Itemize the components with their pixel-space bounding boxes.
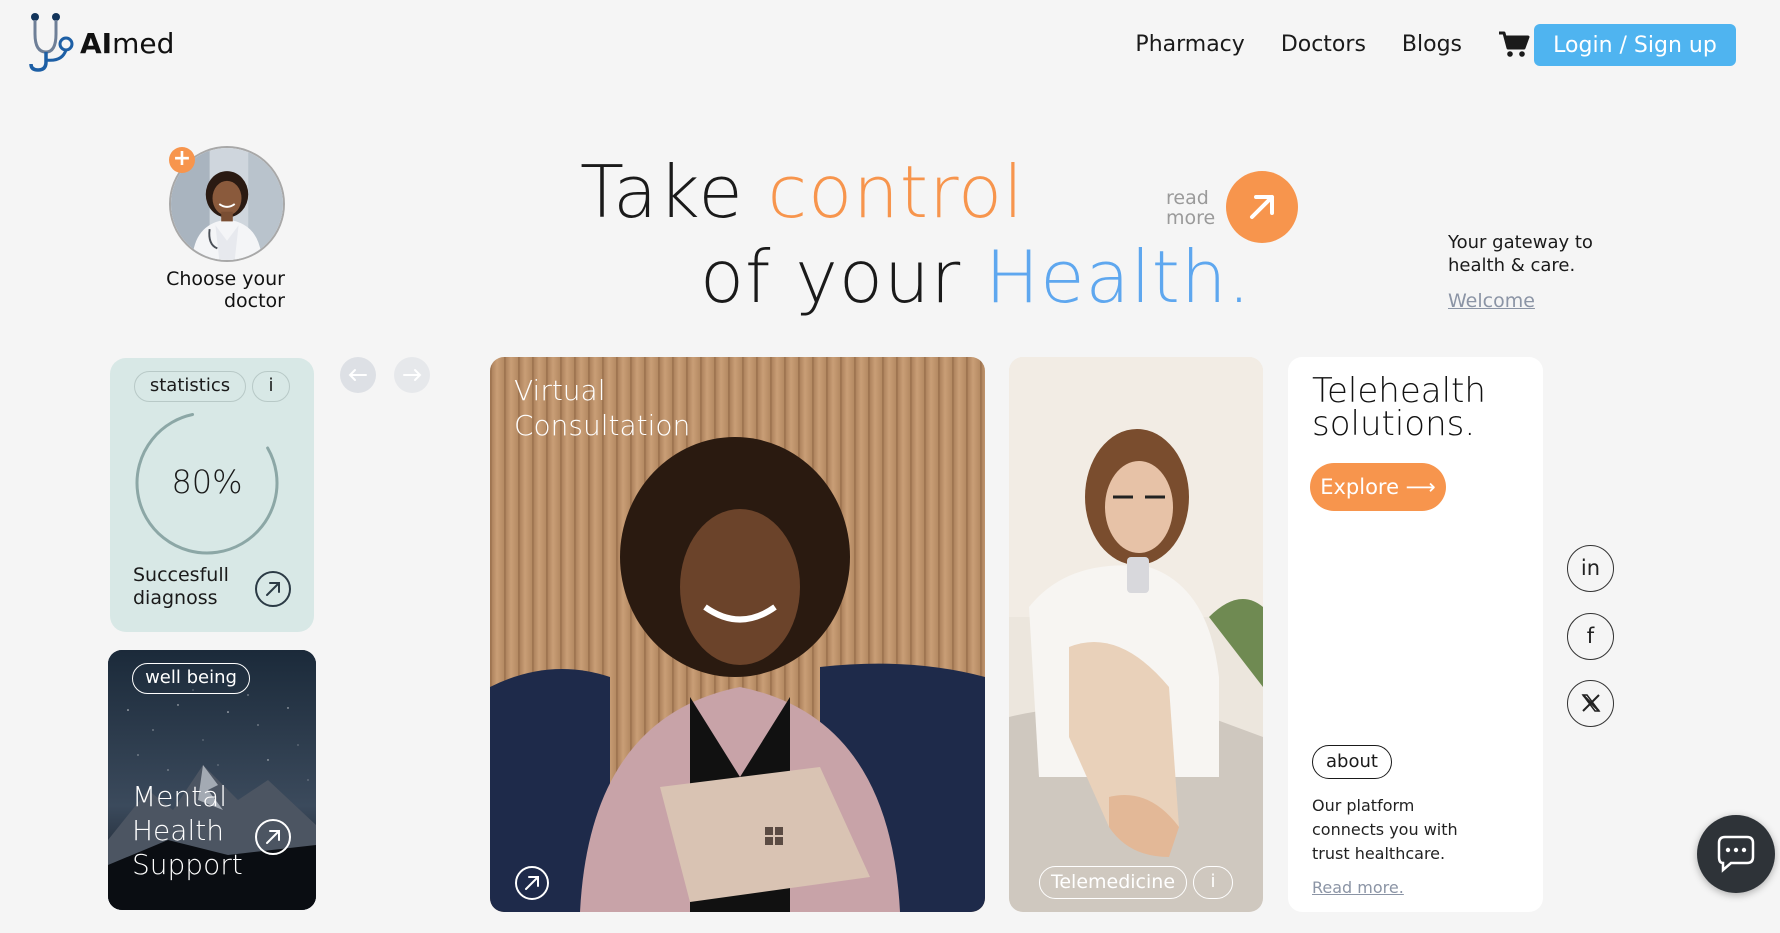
welcome-link[interactable]: Welcome [1448, 290, 1535, 312]
carousel-prev-button[interactable] [340, 357, 376, 393]
facebook-icon[interactable]: f [1567, 613, 1614, 660]
arrow-left-icon [348, 369, 367, 381]
telemedicine-info-button[interactable]: i [1193, 866, 1233, 899]
chat-bubble-icon [1717, 835, 1755, 873]
hero-headline-line1: Take control [580, 150, 1025, 234]
virtual-consultation-card[interactable]: Virtual Consultation [490, 357, 985, 912]
x-icon[interactable] [1567, 680, 1614, 727]
arrow-right-icon [403, 369, 422, 381]
statistics-info-button[interactable]: i [252, 371, 290, 402]
about-tag: about [1312, 745, 1392, 779]
explore-button[interactable]: Explore ⟶ [1310, 463, 1446, 511]
arrow-up-right-icon [515, 866, 549, 900]
success-percent: 80% [171, 463, 243, 501]
logo-text: AImed [80, 26, 175, 60]
chat-button[interactable] [1697, 815, 1775, 893]
mental-health-card[interactable]: well being Mental Health Support [108, 650, 316, 910]
cart-icon[interactable] [1498, 30, 1530, 58]
carousel-next-button[interactable] [394, 357, 430, 393]
mental-health-title: Mental Health Support [132, 780, 243, 881]
statistics-arrow-button[interactable] [254, 570, 292, 608]
login-signup-button[interactable]: Login / Sign up [1534, 24, 1736, 66]
main-nav: Pharmacy Doctors Blogs [1135, 30, 1530, 58]
statistics-card: statistics i 80% Succesfull diagnoss [110, 358, 314, 632]
arrow-up-right-icon [255, 819, 291, 855]
well-being-tag: well being [132, 663, 250, 694]
virtual-consultation-arrow-button[interactable] [514, 865, 550, 901]
nav-blogs[interactable]: Blogs [1402, 32, 1462, 57]
arrow-up-right-icon [1250, 195, 1274, 219]
stethoscope-icon [29, 13, 74, 72]
nav-pharmacy[interactable]: Pharmacy [1135, 32, 1244, 57]
nav-doctors[interactable]: Doctors [1281, 32, 1366, 57]
mental-health-arrow-button[interactable] [254, 818, 292, 856]
statistics-tag: statistics [134, 371, 246, 402]
telemedicine-tag: Telemedicine [1039, 866, 1187, 899]
woman-phone-image [1009, 357, 1263, 912]
read-more-label[interactable]: read more [1166, 188, 1216, 228]
choose-doctor-label[interactable]: Choose your doctor [150, 268, 285, 312]
platform-description: Our platform connects you with trust hea… [1312, 796, 1458, 863]
linkedin-icon[interactable]: in [1567, 545, 1614, 592]
telehealth-card: Telehealth solutions. Explore ⟶ about Ou… [1288, 357, 1543, 912]
add-doctor-icon[interactable]: + [169, 147, 195, 173]
arrow-up-right-icon [255, 571, 291, 607]
read-more-button[interactable] [1226, 171, 1298, 243]
success-label: Succesfull diagnoss [133, 564, 229, 609]
hero-headline-line2: of your Health. [700, 235, 1252, 319]
virtual-consultation-title: Virtual Consultation [514, 374, 691, 442]
read-more-link[interactable]: Read more. [1312, 878, 1404, 897]
telehealth-title: Telehealth solutions. [1312, 371, 1486, 444]
logo[interactable]: AImed [26, 12, 174, 74]
telemedicine-card[interactable]: Telemedicine i [1009, 357, 1263, 912]
gateway-text: Your gateway to health & care. [1448, 232, 1593, 276]
